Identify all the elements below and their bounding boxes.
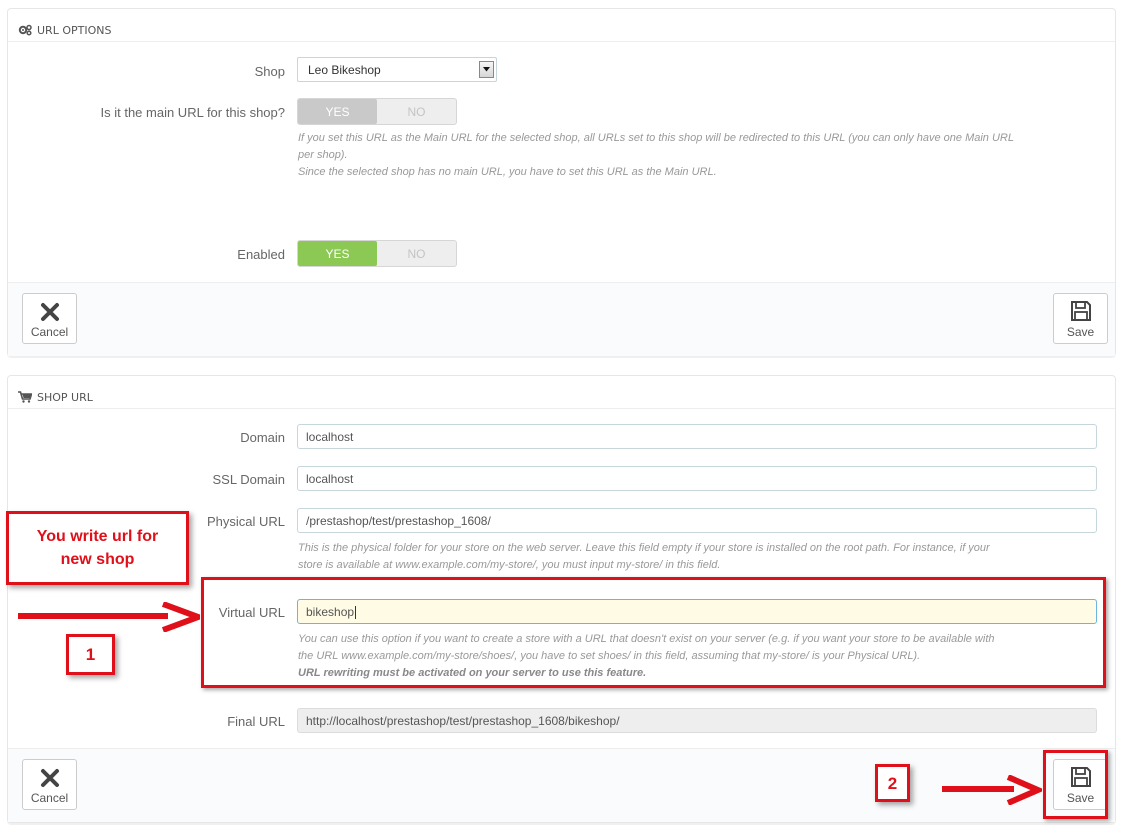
- main-url-help-line-3: Since the selected shop has no main URL,…: [298, 166, 717, 178]
- physical-url-input[interactable]: /prestashop/test/prestashop_1608/: [297, 508, 1097, 533]
- main-url-help-line-1: If you set this URL as the Main URL for …: [298, 132, 1014, 144]
- url-options-footer: Cancel Save: [8, 282, 1115, 356]
- enabled-no[interactable]: NO: [377, 241, 456, 266]
- arrow-right-icon: [942, 775, 1042, 805]
- physical-url-label: Physical URL: [206, 514, 285, 529]
- step-2-badge: 2: [875, 764, 910, 802]
- physical-help-line-2: store is available at www.example.com/my…: [298, 559, 721, 571]
- ssl-domain-value: localhost: [306, 472, 354, 486]
- floppy-disk-icon: [1070, 301, 1091, 321]
- final-url-label: Final URL: [227, 714, 285, 729]
- main-url-switch[interactable]: YES NO: [297, 98, 457, 125]
- close-icon: [40, 769, 59, 787]
- cancel-label: Cancel: [30, 791, 69, 805]
- final-url-value: http://localhost/prestashop/test/prestas…: [306, 714, 620, 728]
- physical-url-value: /prestashop/test/prestashop_1608/: [306, 514, 491, 528]
- enabled-switch[interactable]: YES NO: [297, 240, 457, 267]
- shop-url-heading: SHOP URL: [8, 376, 1115, 409]
- callout-line-1: You write url for: [36, 528, 159, 545]
- physical-url-help: This is the physical folder for your sto…: [298, 540, 990, 574]
- step-1-badge: 1: [66, 634, 115, 675]
- shop-select[interactable]: Leo Bikeshop: [297, 57, 497, 82]
- main-url-no[interactable]: NO: [377, 99, 456, 124]
- main-url-yes[interactable]: YES: [298, 99, 377, 124]
- ssl-domain-label: SSL Domain: [212, 472, 286, 487]
- cancel-button[interactable]: Cancel: [22, 293, 77, 344]
- save-label: Save: [1066, 325, 1095, 339]
- enabled-label: Enabled: [237, 247, 285, 262]
- url-options-heading: URL OPTIONS: [8, 9, 1115, 42]
- main-url-label: Is it the main URL for this shop?: [100, 105, 286, 120]
- url-options-title: URL OPTIONS: [37, 23, 112, 37]
- virtual-url-highlight: [201, 577, 1106, 688]
- close-icon: [40, 303, 59, 321]
- domain-input[interactable]: localhost: [297, 424, 1097, 449]
- select-arrow-icon[interactable]: [479, 61, 494, 78]
- main-url-help-line-2: per shop).: [298, 149, 348, 161]
- callout-line-2: new shop: [60, 551, 135, 568]
- url-options-panel: URL OPTIONS Shop Leo Bikeshop Is it the …: [7, 8, 1116, 356]
- callout-write-url: You write url for new shop: [6, 511, 189, 585]
- save-button-highlight: [1043, 750, 1108, 819]
- shop-select-value: Leo Bikeshop: [308, 63, 381, 77]
- domain-value: localhost: [306, 430, 354, 444]
- save-button[interactable]: Save: [1053, 293, 1108, 344]
- enabled-yes[interactable]: YES: [298, 241, 377, 266]
- cancel-label: Cancel: [30, 325, 69, 339]
- shop-label: Shop: [254, 64, 285, 79]
- arrow-right-icon: [18, 602, 200, 632]
- ssl-domain-input[interactable]: localhost: [297, 466, 1097, 491]
- cart-icon: [18, 391, 32, 403]
- domain-label: Domain: [240, 430, 285, 445]
- main-url-help: If you set this URL as the Main URL for …: [298, 130, 1014, 181]
- shop-url-title: SHOP URL: [37, 390, 93, 404]
- final-url-input: http://localhost/prestashop/test/prestas…: [297, 708, 1097, 733]
- cogs-icon: [18, 24, 32, 36]
- cancel-button[interactable]: Cancel: [22, 759, 77, 810]
- physical-help-line-1: This is the physical folder for your sto…: [298, 542, 990, 554]
